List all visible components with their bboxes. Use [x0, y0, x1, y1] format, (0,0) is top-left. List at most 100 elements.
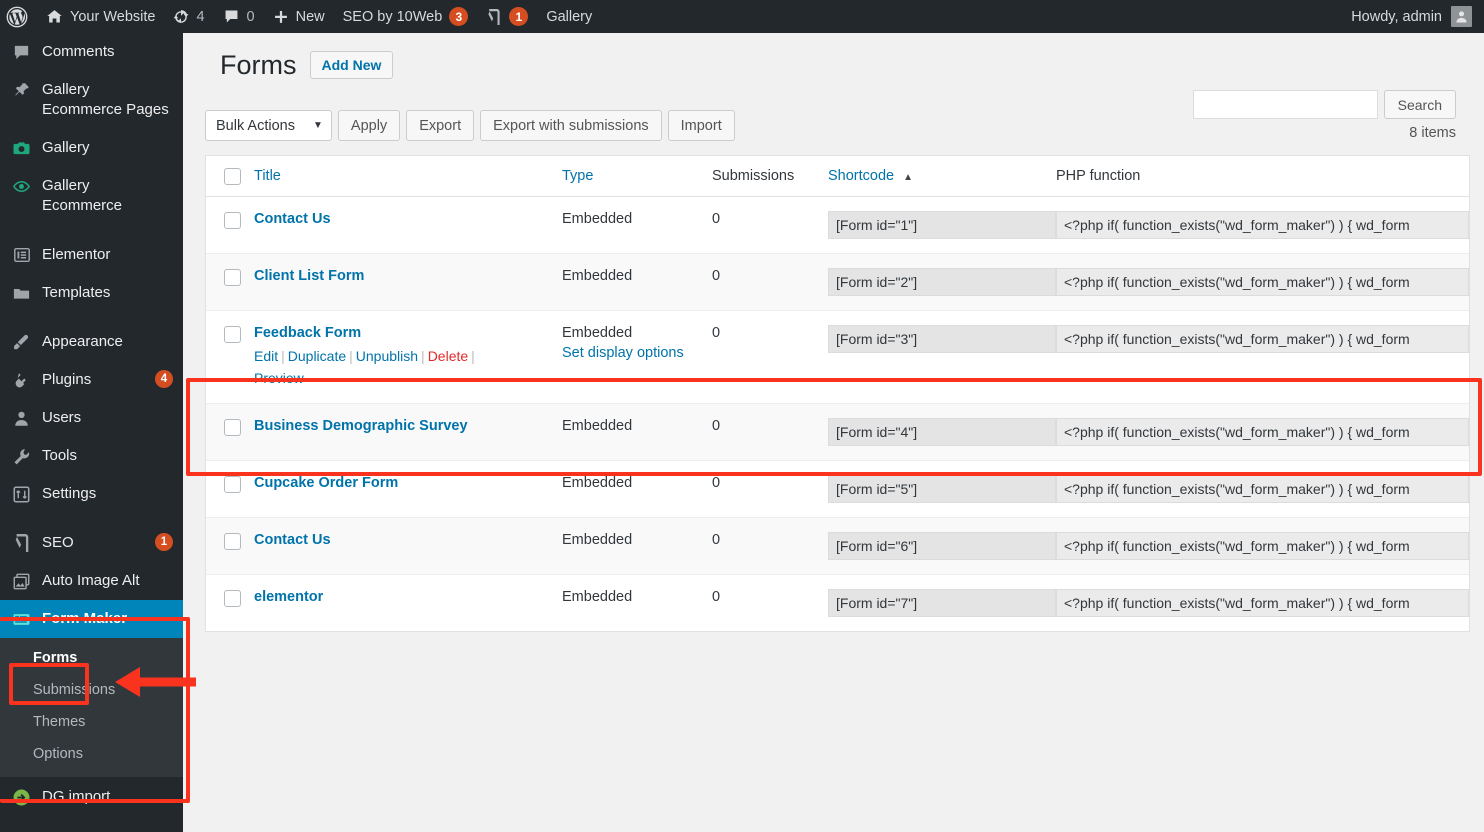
sidebar-item-gallery[interactable]: Gallery	[0, 129, 183, 167]
sidebar-item-badge: 1	[155, 533, 173, 551]
submenu-item-options[interactable]: Options	[0, 738, 183, 770]
table-row[interactable]: Business Demographic Survey Embedded 0 [For…	[206, 403, 1469, 461]
sidebar-item-templates[interactable]: Templates	[0, 274, 183, 312]
site-name-button[interactable]: Your Website	[37, 0, 164, 33]
table-row[interactable]: Contact Us Embedded 0 [Form id="6"] <?php if…	[206, 517, 1469, 575]
bulk-actions-select[interactable]: Bulk Actions ▼	[205, 110, 332, 141]
row-title-link[interactable]: Client List Form	[254, 268, 364, 284]
select-all-checkbox[interactable]	[224, 168, 241, 185]
shortcode-readonly-input[interactable]: [Form id="3"]	[828, 325, 1056, 353]
row-php-function-cell: <?php if( function_exists("wd_form_maker…	[1056, 574, 1469, 631]
table-row[interactable]: Contact Us Embedded 0 [Form id="1"] <?php if…	[206, 196, 1469, 254]
search-area: Search	[1192, 90, 1456, 119]
sidebar-item-gallery-ecommerce[interactable]: Gallery Ecommerce	[0, 167, 183, 225]
sidebar-item-form-maker[interactable]: Form Maker	[0, 600, 191, 638]
sidebar-item-elementor[interactable]: Elementor	[0, 236, 183, 274]
table-row[interactable]: Cupcake Order Form Embedded 0 [Form id="5"]…	[206, 460, 1469, 518]
row-type-label: Embedded	[562, 532, 633, 548]
sidebar-item-auto-image-alt[interactable]: Auto Image Alt	[0, 562, 183, 600]
shortcode-readonly-input[interactable]: [Form id="1"]	[828, 211, 1056, 239]
sidebar-item-seo[interactable]: SEO 1	[0, 524, 183, 562]
add-new-button[interactable]: Add New	[309, 51, 394, 79]
images-icon	[11, 571, 32, 591]
wordpress-logo-button[interactable]	[0, 0, 37, 33]
row-checkbox[interactable]	[224, 419, 241, 436]
comments-button[interactable]: 0	[214, 0, 264, 33]
updates-button[interactable]: 4	[164, 0, 213, 33]
table-row[interactable]: elementor Embedded 0 [Form id="7"] <?php if(…	[206, 574, 1469, 631]
sidebar-item-tools[interactable]: Tools	[0, 437, 183, 475]
row-checkbox[interactable]	[224, 590, 241, 607]
seo-by-10web-badge: 3	[449, 7, 469, 26]
page-title: Forms	[220, 50, 297, 80]
row-action-unpublish[interactable]: Unpublish	[356, 348, 418, 364]
bulk-actions-label: Bulk Actions	[216, 117, 295, 134]
php-function-readonly-input[interactable]: <?php if( function_exists("wd_form_maker…	[1056, 532, 1469, 560]
seo-by-10web-button[interactable]: SEO by 10Web 3	[334, 0, 478, 33]
row-title-link[interactable]: elementor	[254, 589, 323, 605]
row-type-cell: Embedded Set display options	[562, 310, 712, 404]
row-action-delete[interactable]: Delete	[428, 348, 468, 364]
php-function-readonly-input[interactable]: <?php if( function_exists("wd_form_maker…	[1056, 211, 1469, 239]
search-input[interactable]	[1192, 90, 1378, 119]
column-header-shortcode[interactable]: Shortcode ▲	[828, 156, 1056, 197]
row-title-link[interactable]: Contact Us	[254, 532, 331, 548]
import-button[interactable]: Import	[667, 110, 735, 141]
shortcode-readonly-input[interactable]: [Form id="4"]	[828, 418, 1056, 446]
row-checkbox[interactable]	[224, 533, 241, 550]
row-title-link[interactable]: Business Demographic Survey	[254, 418, 468, 434]
select-all-header	[206, 156, 254, 197]
php-function-readonly-input[interactable]: <?php if( function_exists("wd_form_maker…	[1056, 325, 1469, 353]
sidebar-item-settings[interactable]: Settings	[0, 475, 183, 513]
yoast-seo-button[interactable]: 1	[477, 0, 537, 33]
submenu-item-themes[interactable]: Themes	[0, 706, 183, 738]
shortcode-readonly-input[interactable]: [Form id="5"]	[828, 475, 1056, 503]
gallery-button[interactable]: Gallery	[537, 0, 601, 33]
row-shortcode-cell: [Form id="7"]	[828, 574, 1056, 631]
sidebar-item-label: Plugins	[42, 371, 92, 388]
row-title-link[interactable]: Contact Us	[254, 211, 331, 227]
sidebar-item-plugins[interactable]: Plugins 4	[0, 361, 183, 399]
row-action-edit[interactable]: Edit	[254, 348, 278, 364]
apply-button[interactable]: Apply	[337, 110, 401, 141]
shortcode-readonly-input[interactable]: [Form id="6"]	[828, 532, 1056, 560]
column-header-type-label: Type	[562, 168, 594, 184]
sidebar-item-dg-import[interactable]: DG import	[0, 777, 183, 816]
sidebar-item-gallery-ecommerce-pages[interactable]: Gallery Ecommerce Pages	[0, 71, 183, 129]
column-header-title[interactable]: Title	[254, 156, 562, 197]
sidebar-item-appearance[interactable]: Appearance	[0, 323, 183, 361]
table-row[interactable]: Client List Form Embedded 0 [Form id="2"] <?…	[206, 253, 1469, 311]
row-title-link[interactable]: Cupcake Order Form	[254, 475, 398, 491]
php-function-readonly-input[interactable]: <?php if( function_exists("wd_form_maker…	[1056, 268, 1469, 296]
shortcode-readonly-input[interactable]: [Form id="7"]	[828, 589, 1056, 617]
table-row[interactable]: Feedback Form Edit | Duplicate | Unpublish | De…	[206, 310, 1469, 404]
row-checkbox[interactable]	[224, 326, 241, 343]
row-shortcode-cell: [Form id="5"]	[828, 460, 1056, 518]
form-maker-submenu: Forms Submissions Themes Options	[0, 638, 183, 777]
row-action-preview[interactable]: Preview	[254, 370, 304, 386]
row-action-set-display-options[interactable]: Set display options	[562, 345, 712, 361]
search-button[interactable]: Search	[1383, 90, 1456, 119]
php-function-readonly-input[interactable]: <?php if( function_exists("wd_form_maker…	[1056, 475, 1469, 503]
row-title-cell: Cupcake Order Form	[254, 460, 562, 518]
sidebar-item-users[interactable]: Users	[0, 399, 183, 437]
row-checkbox[interactable]	[224, 269, 241, 286]
php-function-readonly-input[interactable]: <?php if( function_exists("wd_form_maker…	[1056, 418, 1469, 446]
row-type-cell: Embedded	[562, 460, 712, 518]
row-checkbox[interactable]	[224, 212, 241, 229]
row-submissions-cell: 0	[712, 196, 828, 254]
export-with-submissions-button[interactable]: Export with submissions	[480, 110, 662, 141]
home-icon	[47, 10, 62, 23]
php-function-readonly-input[interactable]: <?php if( function_exists("wd_form_maker…	[1056, 589, 1469, 617]
new-content-button[interactable]: New	[264, 0, 334, 33]
column-header-type[interactable]: Type	[562, 156, 712, 197]
row-title-link[interactable]: Feedback Form	[254, 325, 361, 341]
row-action-duplicate[interactable]: Duplicate	[288, 348, 346, 364]
sidebar-item-comments[interactable]: Comments	[0, 33, 183, 71]
row-type-label: Embedded	[562, 211, 633, 227]
shortcode-readonly-input[interactable]: [Form id="2"]	[828, 268, 1056, 296]
export-button[interactable]: Export	[406, 110, 475, 141]
sidebar-item-label: Templates	[42, 284, 111, 301]
my-account-button[interactable]: Howdy, admin	[1351, 6, 1484, 27]
row-checkbox[interactable]	[224, 476, 241, 493]
